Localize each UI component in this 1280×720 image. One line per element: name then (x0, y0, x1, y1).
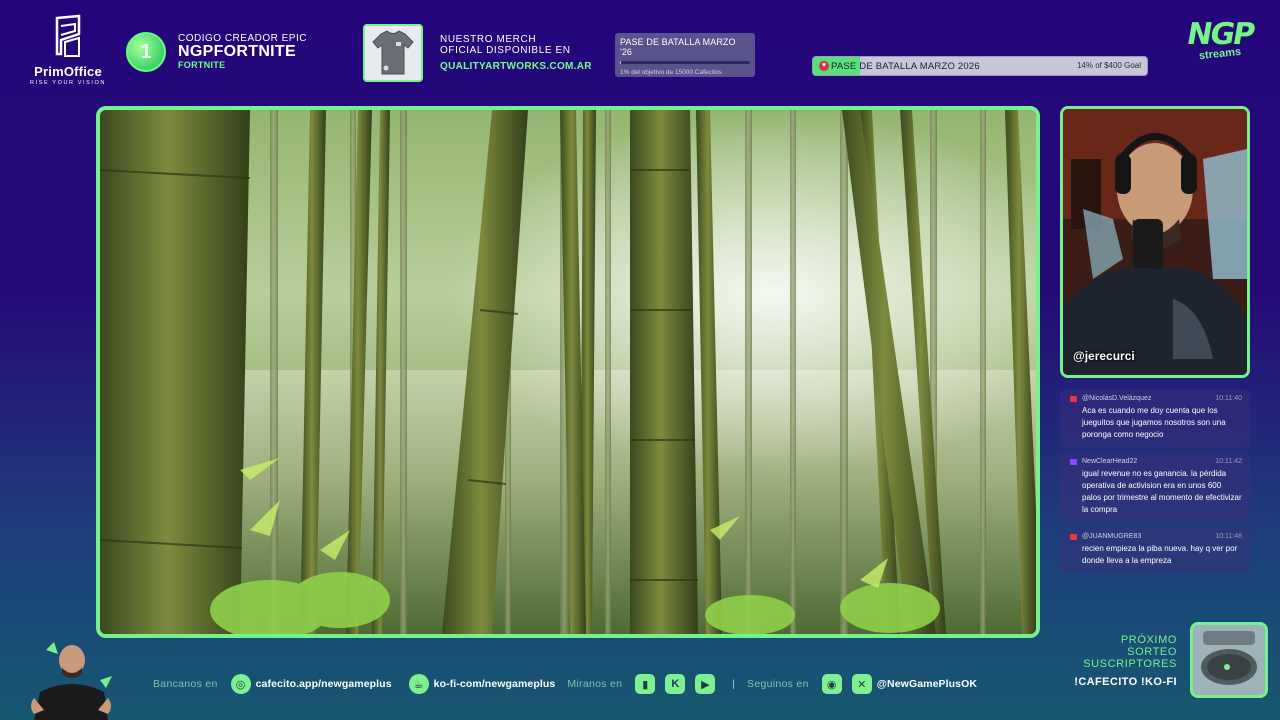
youtube-icon (1070, 533, 1077, 540)
sponsor-name: PrimOffice (34, 64, 102, 79)
streamer-cam-image (1063, 109, 1247, 375)
chat-text: Aca es cuando me doy cuenta que los jueg… (1082, 406, 1226, 439)
twitch-icon (1070, 458, 1077, 465)
goal-small-subtitle: 1% del objetivo de 15000 Cafecitos (620, 69, 722, 76)
tshirt-icon (365, 26, 421, 80)
kick-icon[interactable]: K (665, 674, 686, 694)
giveaway-promo: PRÓXIMO SORTEO SUSCRIPTORES !CAFECITO !K… (1060, 634, 1177, 688)
merch-line-1: NUESTRO MERCH (440, 34, 537, 45)
chat-message: @JUANMUGRE83 10:11:48 recien empieza la pi… (1060, 528, 1250, 573)
giveaway-line-3: SUSCRIPTORES (1083, 658, 1177, 671)
goal-bar-title: PASE DE BATALLA MARZO 2026 (831, 61, 980, 72)
goal-small-progress-fill (620, 61, 622, 64)
youtube-icon (1070, 395, 1077, 402)
game-view (96, 106, 1040, 638)
merch-thumbnail (363, 24, 423, 82)
footer-separator: | (732, 678, 736, 690)
chat-username[interactable]: @NicolásD.Velázquez (1082, 395, 1151, 402)
cafecito-link[interactable]: cafecito.app/newgameplus (256, 678, 392, 690)
merch-promo: NUESTRO MERCH OFICIAL DISPONIBLE EN QUAL… (440, 34, 592, 73)
seguinos-label: Seguinos en (747, 678, 809, 690)
webcam-view: @jerecurci (1060, 106, 1250, 378)
twitch-icon[interactable]: ▮ (635, 674, 656, 694)
creator-code-widget: 1 CODIGO CREADOR EPIC NGPFORTNITE FORTNI… (126, 32, 307, 72)
goal-small-title: PASE DE BATALLA MARZO '26 (620, 37, 736, 57)
youtube-icon[interactable]: ▶ (695, 674, 716, 694)
x-icon[interactable]: ✕ (851, 674, 872, 694)
battlepass-goal-bar: ♥ PASE DE BATALLA MARZO 2026 14% of $400… (812, 56, 1148, 76)
giveaway-line-2: SORTEO (1127, 646, 1177, 659)
social-footer: Bancanos en ◎ cafecito.app/newgameplus ☕… (153, 673, 977, 695)
chat-panel: @NicolásD.Velázquez 10:11:40 Aca es cuando… (1060, 390, 1250, 600)
goal-bar-status: 14% of $400 Goal (1076, 61, 1141, 70)
battlepass-goal-widget: PASE DE BATALLA MARZO '26 1% del objetiv… (615, 33, 755, 77)
primoffice-logo: PrimOffice RISE YOUR VISION (28, 14, 108, 86)
cam-handle: @jerecurci (1073, 349, 1135, 363)
host-illustration (31, 642, 112, 720)
chat-message: NewClearHead22 10:11:42 igual revenue no e… (1060, 453, 1250, 522)
ngp-streams-logo: NGP streams (1180, 17, 1260, 62)
sponsor-tagline: RISE YOUR VISION (30, 80, 106, 86)
miranos-label: Miranos en (567, 678, 623, 690)
merch-line-2: OFICIAL DISPONIBLE EN (440, 44, 571, 56)
chat-timestamp: 10:11:48 (1215, 533, 1242, 540)
kofi-link[interactable]: ko-fi-com/newgameplus (434, 678, 556, 690)
cafecito-icon: ◎ (230, 674, 251, 694)
chat-username[interactable]: @JUANMUGRE83 (1082, 533, 1141, 540)
chat-text: recien empieza la piba nueva. hay q ver … (1082, 544, 1238, 565)
fortnite-badge-icon: 1 (126, 32, 166, 72)
chat-text: igual revenue no es ganancia. la pérdida… (1082, 469, 1242, 514)
primoffice-mark-icon (55, 14, 81, 57)
chat-timestamp: 10:11:42 (1215, 458, 1242, 465)
instagram-icon[interactable]: ◉ (821, 674, 842, 694)
creator-code-value: NGPFORTNITE (178, 43, 296, 61)
giveaway-line-1: PRÓXIMO (1120, 634, 1177, 646)
host-avatar (28, 640, 114, 720)
giveaway-cta: !CAFECITO !KO-FI (1074, 676, 1177, 689)
bamboo-forest-scene (100, 110, 1036, 634)
chat-timestamp: 10:11:40 (1215, 395, 1242, 402)
social-handle[interactable]: @NewGamePlusOK (877, 678, 977, 690)
bancanos-label: Bancanos en (153, 678, 218, 690)
xbox-controller-case-icon (1193, 625, 1265, 695)
giveaway-prize-image (1190, 622, 1268, 698)
creator-code-game: FORTNITE (178, 59, 226, 70)
merch-url[interactable]: QUALITYARTWORKS.COM.AR (440, 61, 592, 73)
heart-icon: ♥ (819, 61, 829, 71)
goal-small-progress (620, 61, 750, 64)
chat-username[interactable]: NewClearHead22 (1082, 458, 1137, 465)
kofi-cup-icon: ☕ (408, 674, 429, 694)
chat-message: @NicolásD.Velázquez 10:11:40 Aca es cuando… (1060, 390, 1250, 447)
